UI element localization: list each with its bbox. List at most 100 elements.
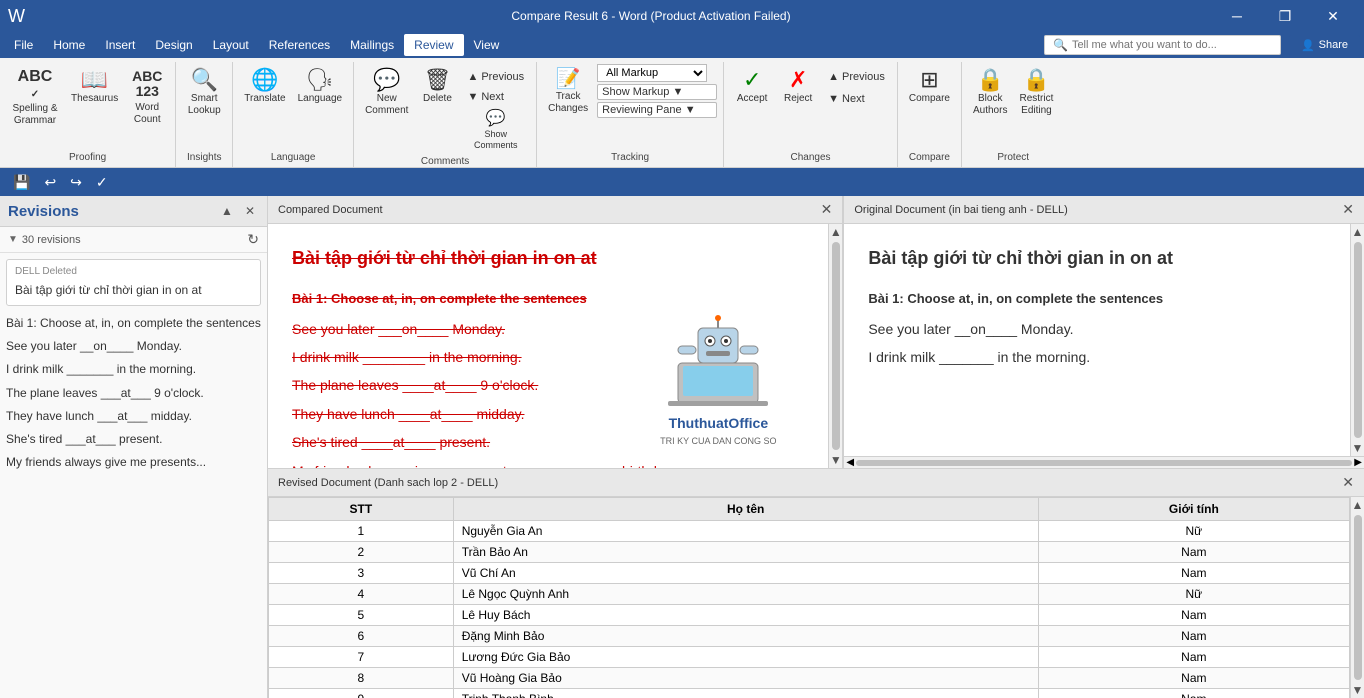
reject-button[interactable]: ✗ Reject — [776, 64, 820, 108]
close-button[interactable]: ✕ — [1310, 0, 1356, 32]
revision-deleted-label: DELL Deleted — [15, 266, 252, 277]
show-markup-button[interactable]: Show Markup ▼ — [597, 84, 717, 100]
compared-doc-header: Compared Document ✕ — [268, 196, 842, 224]
rev-scroll-down-button[interactable]: ▼ — [1352, 684, 1364, 696]
translate-button[interactable]: 🌐 Translate — [239, 64, 290, 108]
rev-scroll-up-button[interactable]: ▲ — [1352, 499, 1364, 511]
compared-doc-title: Compared Document — [278, 204, 383, 216]
list-item: She's tired ___at___ present. — [6, 428, 261, 451]
menu-review[interactable]: Review — [404, 34, 463, 56]
delete-comment-button[interactable]: 🗑 Delete — [415, 64, 459, 108]
menu-file[interactable]: File — [4, 34, 43, 56]
restore-button[interactable]: ❐ — [1262, 0, 1308, 32]
menu-design[interactable]: Design — [145, 34, 202, 56]
documents-area: Compared Document ✕ Bài tập giới từ chỉ … — [268, 196, 1364, 698]
smart-lookup-button[interactable]: 🔍 SmartLookup — [182, 64, 226, 120]
h-scroll-right[interactable]: ▶ — [1354, 457, 1362, 468]
revisions-body[interactable]: DELL Deleted Bài tập giới từ chỉ thời gi… — [0, 253, 267, 698]
revision-deleted-text: Bài tập giới từ chỉ thời gian in on at — [15, 281, 252, 299]
revisions-count: 30 revisions — [22, 234, 81, 246]
scroll-up-button[interactable]: ▲ — [830, 226, 842, 238]
undo-qa-button[interactable]: ↩ — [39, 171, 61, 194]
compare-icon: ⊞ — [920, 69, 938, 91]
compared-doc-content[interactable]: Bài tập giới từ chỉ thời gian in on at B… — [268, 224, 828, 468]
reviewing-pane-button[interactable]: Reviewing Pane ▼ — [597, 102, 717, 118]
reject-icon: ✗ — [789, 69, 807, 91]
menu-mailings[interactable]: Mailings — [340, 34, 404, 56]
orig-scroll-up-button[interactable]: ▲ — [1352, 226, 1364, 238]
table-row: 9Trịnh Thanh BìnhNam — [269, 689, 1350, 698]
list-item: They have lunch ___at___ midday. — [6, 405, 261, 428]
watermark-tagline: TRI KY CUA DAN CONG SO — [660, 434, 776, 448]
scroll-down-button[interactable]: ▼ — [830, 454, 842, 466]
table-row: 1Nguyễn Gia AnNữ — [269, 521, 1350, 542]
original-doc-close-button[interactable]: ✕ — [1342, 201, 1354, 218]
menu-layout[interactable]: Layout — [203, 34, 259, 56]
block-authors-button[interactable]: 🔒 BlockAuthors — [968, 64, 1012, 120]
col-stt: STT — [269, 498, 454, 521]
table-row: 2Trần Bảo AnNam — [269, 542, 1350, 563]
minimize-button[interactable]: ─ — [1214, 0, 1260, 32]
menu-home[interactable]: Home — [43, 34, 95, 56]
original-doc-content[interactable]: Bài tập giới từ chỉ thời gian in on at B… — [844, 224, 1350, 456]
revised-doc-scrollbar[interactable]: ▲ ▼ — [1350, 497, 1364, 698]
show-comments-button[interactable]: 💬 ShowComments — [461, 108, 530, 154]
window-title: Compare Result 6 - Word (Product Activat… — [88, 9, 1214, 23]
word-count-button[interactable]: ABC123 WordCount — [125, 64, 169, 129]
new-comment-button[interactable]: 💬 NewComment — [360, 64, 413, 120]
restrict-editing-icon: 🔒 — [1023, 69, 1050, 91]
previous-comment-button[interactable]: ▲ Previous — [461, 68, 530, 86]
tell-input[interactable] — [1072, 39, 1272, 51]
h-scroll-left[interactable]: ◀ — [846, 457, 854, 468]
share-button[interactable]: 👤 Share — [1289, 35, 1360, 56]
next-comment-button[interactable]: ▼ Next — [461, 88, 530, 106]
accept-button[interactable]: ✓ Accept — [730, 64, 774, 108]
menu-view[interactable]: View — [464, 34, 510, 56]
original-h-scrollbar[interactable]: ◀ ▶ — [844, 456, 1364, 468]
revisions-expand-button[interactable]: ▲ — [217, 202, 237, 220]
refresh-revisions-button[interactable]: ↻ — [247, 231, 259, 248]
delete-icon: 🗑 — [423, 69, 451, 91]
compare-button[interactable]: ⊞ Compare — [904, 64, 955, 108]
language-button[interactable]: 🗣 Language — [293, 64, 348, 108]
save-qa-button[interactable]: 💾 — [8, 171, 35, 194]
compared-doc-close-button[interactable]: ✕ — [821, 201, 833, 218]
revised-doc-title: Revised Document (Danh sach lop 2 - DELL… — [278, 477, 498, 489]
illustration-area: ThuthuatOffice TRI KY CUA DAN CONG SO — [628, 298, 808, 458]
thesaurus-button[interactable]: 📖 Thesaurus — [66, 64, 123, 108]
menu-insert[interactable]: Insert — [95, 34, 145, 56]
original-doc-scrollbar[interactable]: ▲ ▼ — [1350, 224, 1364, 456]
previous-change-icon: ▲ — [828, 71, 839, 83]
ribbon-group-comments: 💬 NewComment 🗑 Delete ▲ Previous ▼ Next … — [354, 62, 537, 167]
spelling-grammar-button[interactable]: ABC✓ Spelling & Grammar — [6, 64, 64, 130]
original-main-title: Bài tập giới từ chỉ thời gian in on at — [868, 244, 1326, 273]
revisions-close-button[interactable]: ✕ — [241, 202, 259, 220]
ribbon-group-tracking: 📝 TrackChanges All Markup Simple Markup … — [537, 62, 724, 167]
tell-bar[interactable]: 🔍 — [1044, 35, 1281, 55]
title-bar: W Compare Result 6 - Word (Product Activ… — [0, 0, 1364, 32]
compared-doc-panel: Compared Document ✕ Bài tập giới từ chỉ … — [268, 196, 843, 468]
next-change-button[interactable]: ▼ Next — [822, 90, 891, 108]
spelling-icon: ABC✓ — [18, 69, 53, 101]
ribbon-group-insights: 🔍 SmartLookup Insights — [176, 62, 233, 167]
restrict-editing-button[interactable]: 🔒 RestrictEditing — [1014, 64, 1058, 120]
orig-scroll-down-button[interactable]: ▼ — [1352, 442, 1364, 454]
track-changes-button[interactable]: 📝 TrackChanges — [543, 64, 593, 118]
expand-icon: ▼ — [8, 234, 18, 245]
original-sentence-0: See you later __on____ Monday. — [868, 318, 1326, 340]
customize-qat-button[interactable]: ✓ — [91, 171, 113, 194]
revised-doc-panel: Revised Document (Danh sach lop 2 - DELL… — [268, 469, 1364, 698]
previous-change-button[interactable]: ▲ Previous — [822, 68, 891, 86]
list-item: Bài 1: Choose at, in, on complete the se… — [6, 312, 261, 335]
redo-qa-button[interactable]: ↪ — [65, 171, 87, 194]
menu-references[interactable]: References — [259, 34, 340, 56]
revised-doc-header: Revised Document (Danh sach lop 2 - DELL… — [268, 469, 1364, 497]
next-change-icon: ▼ — [828, 93, 839, 105]
all-markup-select[interactable]: All Markup Simple Markup No Markup Origi… — [597, 64, 707, 82]
word-count-icon: ABC123 — [132, 69, 162, 100]
revised-doc-close-button[interactable]: ✕ — [1342, 474, 1354, 491]
revisions-panel: Revisions ▲ ✕ ▼ 30 revisions ↻ DELL Dele… — [0, 196, 268, 698]
revised-doc-content[interactable]: STT Họ tên Giới tính 1Nguyễn Gia AnNữ2Tr… — [268, 497, 1350, 698]
original-section1: Bài 1: Choose at, in, on complete the se… — [868, 289, 1326, 310]
compared-doc-scrollbar[interactable]: ▲ ▼ — [828, 224, 842, 468]
